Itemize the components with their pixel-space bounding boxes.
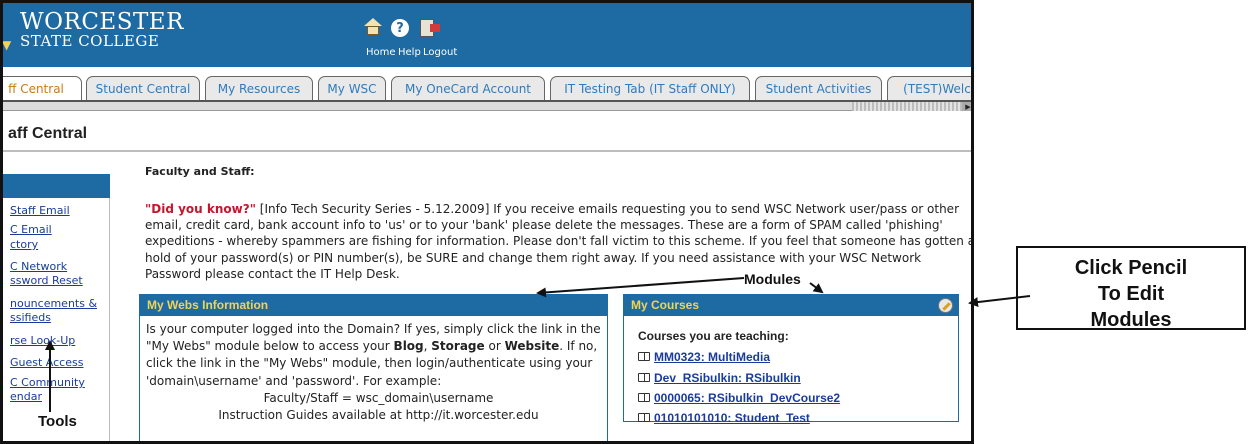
tool-link-wsc-email[interactable]: C Email: [10, 223, 52, 236]
tool-link-announcements[interactable]: nouncements &: [10, 297, 97, 310]
logout-link[interactable]: Logout: [423, 47, 457, 58]
my-courses-module: My Courses Courses you are teaching: MM0…: [623, 294, 959, 425]
callout-line-2: To Edit: [1097, 283, 1165, 305]
page-title: aff Central: [8, 125, 88, 142]
tab-test-welcome[interactable]: (TEST)Welc: [887, 76, 974, 101]
tool-link-wsc-community[interactable]: C Community: [10, 376, 85, 389]
tab-it-testing[interactable]: IT Testing Tab (IT Staff ONLY): [550, 76, 750, 101]
book-icon: [638, 352, 650, 361]
faculty-staff-heading: Faculty and Staff:: [145, 165, 255, 178]
tools-annotation-label: Tools: [38, 413, 77, 430]
tab-staff-central[interactable]: ff Central: [0, 76, 82, 101]
home-icon[interactable]: [362, 17, 384, 39]
home-link[interactable]: Home: [366, 47, 396, 58]
tool-link-guest-access[interactable]: Guest Access: [10, 356, 83, 369]
tab-student-activities[interactable]: Student Activities: [755, 76, 882, 101]
storage-keyword: Storage: [431, 339, 485, 354]
course-item[interactable]: 01010101010: Student_Test: [638, 411, 810, 425]
book-icon: [638, 373, 650, 382]
instruction-guides: Instruction Guides available at http://i…: [218, 408, 539, 423]
did-you-know-label: "Did you know?": [145, 202, 256, 216]
my-courses-module-header: My Courses: [624, 295, 958, 316]
callout-line-1: Click Pencil: [1074, 257, 1188, 279]
tool-link-wsc-network[interactable]: C Network: [10, 260, 67, 273]
scroll-right-icon[interactable]: ▶: [962, 102, 974, 111]
example-login: Faculty/Staff = wsc_domain\username: [263, 390, 494, 405]
logo-mark-icon: ▼: [2, 38, 12, 52]
course-item[interactable]: 0000065: RSibulkin_DevCourse2: [638, 391, 840, 405]
pencil-icon[interactable]: [938, 298, 953, 313]
tool-link-staff-email[interactable]: Staff Email: [10, 204, 70, 217]
tab-my-wsc[interactable]: My WSC: [318, 76, 386, 101]
tab-scroll-track[interactable]: [852, 102, 967, 111]
my-courses-module-title: My Courses: [631, 298, 700, 312]
logo-text-line2: STATE COLLEGE: [20, 32, 160, 50]
site-header: ▼ WORCESTER STATE COLLEGE ? Home Help Lo…: [0, 0, 974, 67]
tool-link-calendar[interactable]: endar: [10, 390, 42, 403]
course-link[interactable]: 01010101010: Student_Test: [654, 411, 810, 425]
tool-link-course-lookup[interactable]: rse Look-Up: [10, 334, 75, 347]
website-keyword: Website: [504, 339, 560, 354]
security-notice: "Did you know?" [Info Tech Security Seri…: [145, 201, 974, 282]
help-link[interactable]: Help: [398, 47, 421, 58]
browser-page: ▼ WORCESTER STATE COLLEGE ? Home Help Lo…: [0, 0, 974, 444]
tool-link-password-reset[interactable]: ssword Reset: [10, 274, 83, 287]
callout-line-3: Modules: [1090, 309, 1172, 330]
logout-icon[interactable]: [416, 17, 440, 39]
my-webs-module-title: My Webs Information: [140, 295, 607, 316]
tab-my-resources[interactable]: My Resources: [205, 76, 313, 101]
my-webs-body: Is your computer logged into the Domain?…: [146, 321, 611, 424]
course-link[interactable]: MM0323: MultiMedia: [654, 350, 770, 364]
book-icon: [638, 393, 650, 402]
tab-my-onecard-account[interactable]: My OneCard Account: [391, 76, 545, 101]
tool-link-directory[interactable]: ctory: [10, 238, 38, 251]
tab-bar: ff Central Student Central My Resources …: [0, 67, 974, 111]
course-item[interactable]: MM0323: MultiMedia: [638, 350, 770, 364]
modules-annotation-label: Modules: [744, 271, 801, 287]
course-item[interactable]: Dev_RSibulkin: RSibulkin: [638, 371, 801, 385]
course-link[interactable]: 0000065: RSibulkin_DevCourse2: [654, 391, 840, 405]
tools-panel-header: [0, 174, 110, 198]
book-icon: [638, 413, 650, 422]
my-webs-module: My Webs Information Is your computer log…: [139, 294, 608, 444]
blog-keyword: Blog: [393, 339, 424, 354]
security-notice-text: [Info Tech Security Series - 5.12.2009] …: [145, 202, 974, 281]
tab-scrollbar[interactable]: ▶: [0, 102, 974, 111]
help-icon[interactable]: ?: [389, 17, 411, 39]
title-divider: [0, 150, 974, 152]
separator-text: or: [484, 339, 505, 354]
logo-text-line1: WORCESTER: [20, 9, 184, 35]
pencil-callout-box: Click Pencil To Edit Modules: [1016, 246, 1246, 330]
tool-link-classifieds[interactable]: ssifieds: [10, 311, 51, 324]
tab-student-central[interactable]: Student Central: [86, 76, 200, 101]
course-link[interactable]: Dev_RSibulkin: RSibulkin: [654, 371, 801, 385]
courses-subtitle: Courses you are teaching:: [638, 329, 789, 343]
